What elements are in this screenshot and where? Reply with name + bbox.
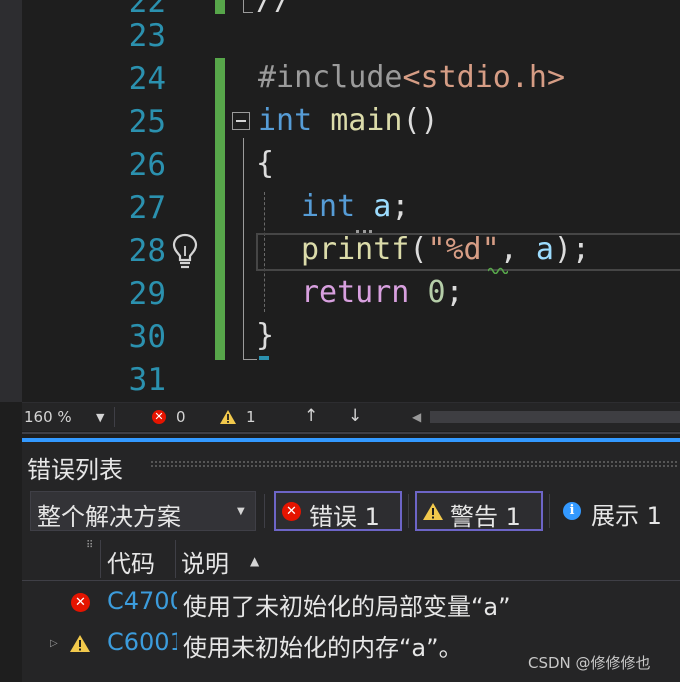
semicolon: ; — [445, 275, 464, 310]
keyword-int: int — [258, 103, 313, 138]
variable-a: a — [535, 232, 554, 267]
code-line-29[interactable]: return 0; — [301, 275, 464, 310]
scope-dropdown-value: 整个解决方案 — [37, 503, 181, 531]
editor-margin-strip — [0, 0, 22, 402]
column-header-description[interactable]: 说明 — [181, 544, 229, 579]
warnings-filter-button[interactable]: 警告 1 — [415, 491, 543, 531]
warning-icon[interactable] — [219, 409, 237, 425]
header-divider — [22, 580, 680, 581]
error-count[interactable]: 0 — [176, 408, 186, 426]
horizontal-scrollbar[interactable] — [430, 411, 680, 423]
column-divider — [175, 540, 176, 578]
code-line-24[interactable]: #include<stdio.h> — [258, 60, 565, 95]
editor-status-bar: 160 % ▼ ✕ 0 1 ↑ ↓ ◀ — [22, 402, 680, 431]
info-icon: i — [563, 502, 581, 520]
warning-icon — [423, 503, 443, 520]
column-chooser-icon[interactable]: ⠿ — [86, 540, 93, 551]
parens: () — [402, 103, 439, 138]
arrow-up-icon[interactable]: ↑ — [304, 406, 318, 426]
function-main: main — [330, 103, 403, 138]
expand-row-icon[interactable]: ▷ — [50, 638, 58, 649]
keyword-int: int — [301, 189, 356, 224]
code-line-28[interactable]: printf("%d", a); — [301, 232, 590, 267]
scope-guide-line — [243, 0, 245, 12]
code-line-26[interactable]: { — [256, 146, 274, 181]
code-line-22[interactable]: // — [256, 0, 292, 17]
scroll-left-icon[interactable]: ◀ — [412, 410, 421, 424]
paren-close: ); — [553, 232, 590, 267]
change-indicator-bar — [215, 58, 225, 360]
paren-open: ( — [409, 232, 428, 267]
table-row[interactable]: ✕ C4700 使用了未初始化的局部变量“a” — [22, 584, 680, 624]
warning-count[interactable]: 1 — [246, 408, 256, 426]
text-caret — [259, 356, 269, 360]
error-description: 使用了未初始化的局部变量“a” — [183, 593, 511, 621]
code-line-25[interactable]: int main() — [258, 103, 439, 138]
variable-a: a — [373, 189, 392, 224]
divider — [264, 494, 265, 528]
error-icon[interactable]: ✕ — [152, 410, 166, 424]
comma: , — [499, 232, 536, 267]
panel-title: 错误列表 — [27, 456, 123, 484]
line-number: 30 — [128, 319, 166, 355]
errors-filter-button[interactable]: ✕ 错误 1 — [274, 491, 402, 531]
code-line-27[interactable]: int a; — [301, 189, 409, 224]
scope-guide-line — [243, 12, 253, 13]
format-string: "%d" — [427, 232, 500, 267]
collapse-toggle-icon[interactable] — [232, 112, 250, 130]
line-number: 25 — [128, 104, 166, 140]
line-number: 27 — [128, 190, 166, 226]
line-number: 24 — [128, 61, 166, 97]
chevron-down-icon[interactable]: ▼ — [96, 411, 104, 424]
column-header-code[interactable]: 代码 — [107, 544, 155, 579]
include-file: <stdio.h> — [402, 60, 566, 95]
error-icon: ✕ — [71, 593, 90, 612]
csdn-watermark: CSDN @修修修也 — [528, 654, 651, 672]
code-editor[interactable]: 22 23 24 25 26 27 28 29 30 31 // #includ… — [0, 0, 680, 402]
semicolon: ; — [391, 189, 410, 224]
code-line-30[interactable]: } — [256, 318, 274, 353]
include-directive: #include — [258, 60, 403, 95]
line-number: 22 — [128, 0, 166, 20]
divider — [114, 407, 115, 427]
scope-dropdown[interactable]: 整个解决方案 ▼ — [30, 491, 256, 531]
chevron-down-icon: ▼ — [237, 506, 245, 517]
line-number: 26 — [128, 147, 166, 183]
number-literal: 0 — [427, 275, 446, 310]
line-number: 31 — [128, 362, 166, 398]
line-number: 23 — [128, 18, 166, 54]
lightbulb-icon[interactable] — [171, 232, 199, 270]
divider — [549, 494, 550, 528]
panel-divider — [22, 432, 680, 434]
function-printf: printf — [301, 232, 410, 267]
warning-code-link[interactable]: C6001 — [107, 628, 177, 656]
arrow-down-icon[interactable]: ↓ — [348, 406, 362, 426]
column-divider — [100, 540, 101, 578]
error-code-link[interactable]: C4700 — [107, 587, 177, 615]
line-number: 28 — [128, 233, 166, 269]
warnings-filter-label: 警告 1 — [450, 503, 521, 531]
error-icon: ✕ — [282, 502, 301, 521]
zoom-level[interactable]: 160 % — [24, 408, 72, 426]
messages-filter-label: 展示 1 — [591, 502, 662, 530]
warning-description: 使用未初始化的内存“a”。 — [183, 634, 463, 662]
panel-drag-handle[interactable] — [150, 460, 678, 468]
warning-icon — [70, 635, 90, 652]
divider — [408, 494, 409, 528]
line-number: 29 — [128, 276, 166, 312]
keyword-return: return — [301, 275, 410, 310]
scope-guide-line — [243, 138, 245, 360]
messages-filter-button[interactable]: i 展示 1 — [556, 491, 680, 531]
warning-squiggle — [488, 267, 508, 274]
sort-ascending-icon: ▲ — [250, 554, 260, 568]
scope-guide-line — [243, 359, 257, 360]
errors-filter-label: 错误 1 — [309, 503, 380, 531]
change-indicator-bar — [215, 0, 225, 14]
panel-active-border — [22, 438, 680, 442]
